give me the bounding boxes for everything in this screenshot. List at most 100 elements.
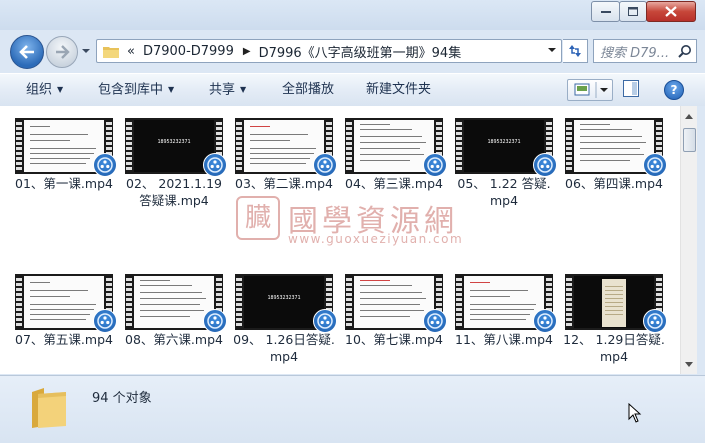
file-name[interactable]: 12、 1.29日答疑.mp4 xyxy=(562,331,666,365)
media-player-icon xyxy=(423,309,447,333)
file-name[interactable]: 10、第七课.mp4 xyxy=(342,331,446,348)
folder-icon xyxy=(32,388,66,428)
file-name[interactable]: 02、 2021.1.19答疑课.mp4 xyxy=(122,175,226,209)
media-player-icon xyxy=(313,309,337,333)
video-thumbnail[interactable] xyxy=(455,274,557,333)
breadcrumb-overflow[interactable]: « xyxy=(127,44,135,59)
file-item[interactable]: 04、第三课.mp4 xyxy=(342,118,447,192)
scroll-down-button[interactable] xyxy=(681,356,697,372)
file-item[interactable]: 18953232371 09、 1.26日答疑.mp4 xyxy=(232,274,337,365)
file-item[interactable]: 11、第八课.mp4 xyxy=(452,274,557,348)
command-bar: 组织 ▼ 包含到库中 ▼ 共享 ▼ 全部播放 新建文件夹 ? xyxy=(0,73,705,107)
new-folder-button[interactable]: 新建文件夹 xyxy=(366,74,431,106)
scrollbar-thumb[interactable] xyxy=(683,128,696,152)
video-thumbnail[interactable] xyxy=(565,274,667,333)
chevron-up-icon xyxy=(685,113,693,119)
share-label: 共享 xyxy=(209,82,236,98)
include-in-library-menu[interactable]: 包含到库中 ▼ xyxy=(98,74,174,106)
file-item[interactable]: 07、第五课.mp4 xyxy=(12,274,117,348)
refresh-button[interactable] xyxy=(563,39,588,63)
video-thumbnail[interactable] xyxy=(345,274,447,333)
file-name[interactable]: 06、第四课.mp4 xyxy=(562,175,666,192)
search-box[interactable]: 搜索 D79... xyxy=(593,39,697,63)
thumbnail-frame: 18953232371 xyxy=(244,276,324,328)
minimize-button[interactable] xyxy=(591,1,620,22)
vertical-scrollbar[interactable] xyxy=(680,106,697,374)
file-item[interactable]: 08、第六课.mp4 xyxy=(122,274,227,348)
window-border xyxy=(697,106,705,374)
breadcrumb-separator-icon[interactable]: ▶ xyxy=(243,46,251,57)
file-name[interactable]: 08、第六课.mp4 xyxy=(122,331,226,348)
video-thumbnail[interactable]: 18953232371 xyxy=(125,118,227,177)
breadcrumb-current[interactable]: D7996《八字高级班第一期》94集 xyxy=(259,42,462,61)
thumbnail-frame xyxy=(464,276,544,328)
watermark-url: www.guoxueziyuan.com xyxy=(288,232,464,246)
chevron-down-icon: ▼ xyxy=(240,85,247,94)
file-name[interactable]: 09、 1.26日答疑.mp4 xyxy=(232,331,336,365)
maximize-button[interactable] xyxy=(619,1,647,22)
media-player-icon xyxy=(533,309,557,333)
play-all-button[interactable]: 全部播放 xyxy=(282,74,334,106)
video-thumbnail[interactable] xyxy=(125,274,227,333)
thumbnail-frame xyxy=(244,120,324,172)
close-button[interactable] xyxy=(646,1,696,22)
video-thumbnail[interactable]: 18953232371 xyxy=(235,274,337,333)
search-placeholder[interactable]: 搜索 D79... xyxy=(600,42,676,61)
scroll-up-button[interactable] xyxy=(681,108,697,124)
media-player-icon xyxy=(643,309,667,333)
organize-menu[interactable]: 组织 ▼ xyxy=(26,74,63,106)
thumbnail-frame xyxy=(354,120,434,172)
help-button[interactable]: ? xyxy=(664,80,684,100)
back-button[interactable] xyxy=(10,35,44,69)
file-name[interactable]: 11、第八课.mp4 xyxy=(452,331,556,348)
thumbnail-frame xyxy=(354,276,434,328)
video-thumbnail[interactable] xyxy=(345,118,447,177)
play-all-label: 全部播放 xyxy=(282,82,335,97)
media-player-icon xyxy=(93,153,117,177)
minimize-icon xyxy=(600,10,611,13)
file-name[interactable]: 01、第一课.mp4 xyxy=(12,175,116,192)
media-player-icon xyxy=(93,309,117,333)
file-name[interactable]: 05、 1.22 答疑.mp4 xyxy=(452,175,556,209)
media-player-icon xyxy=(313,153,337,177)
forward-button[interactable] xyxy=(46,36,78,68)
file-item[interactable]: 12、 1.29日答疑.mp4 xyxy=(562,274,667,365)
thumbnail-frame xyxy=(24,276,104,328)
file-name[interactable]: 04、第三课.mp4 xyxy=(342,175,446,192)
file-item[interactable]: 18953232371 05、 1.22 答疑.mp4 xyxy=(452,118,557,209)
file-item[interactable]: 06、第四课.mp4 xyxy=(562,118,667,192)
file-item[interactable]: 03、第二课.mp4 xyxy=(232,118,337,192)
search-icon[interactable] xyxy=(678,44,692,58)
thumbnail-frame: 18953232371 xyxy=(134,120,214,172)
share-menu[interactable]: 共享 ▼ xyxy=(209,74,246,106)
video-thumbnail[interactable] xyxy=(15,274,117,333)
file-name[interactable]: 07、第五课.mp4 xyxy=(12,331,116,348)
file-name[interactable]: 03、第二课.mp4 xyxy=(232,175,336,192)
address-bar[interactable]: « D7900-D7999 ▶ D7996《八字高级班第一期》94集 xyxy=(96,39,562,63)
folder-icon xyxy=(103,46,119,58)
organize-label: 组织 xyxy=(26,82,53,98)
chevron-down-icon: ▼ xyxy=(57,85,64,94)
breadcrumb-parent[interactable]: D7900-D7999 xyxy=(143,44,234,59)
preview-pane-icon[interactable] xyxy=(623,80,639,97)
new-folder-label: 新建文件夹 xyxy=(366,82,432,97)
file-item[interactable]: 01、第一课.mp4 xyxy=(12,118,117,192)
file-item[interactable]: 18953232371 02、 2021.1.19答疑课.mp4 xyxy=(122,118,227,209)
change-view-button[interactable] xyxy=(567,79,613,101)
address-dropdown-icon[interactable] xyxy=(547,46,557,54)
video-thumbnail[interactable] xyxy=(15,118,117,177)
title-bar xyxy=(0,0,705,30)
view-thumbnails-icon xyxy=(574,82,608,98)
details-pane: 94 个对象 xyxy=(0,375,705,443)
recent-pages-dropdown-icon[interactable] xyxy=(80,45,92,57)
file-item[interactable]: 10、第七课.mp4 xyxy=(342,274,447,348)
explorer-window: « D7900-D7999 ▶ D7996《八字高级班第一期》94集 搜索 D7… xyxy=(0,0,705,443)
video-thumbnail[interactable]: 18953232371 xyxy=(455,118,557,177)
thumbnail-frame: 18953232371 xyxy=(464,120,544,172)
maximize-icon xyxy=(628,7,638,16)
video-thumbnail[interactable] xyxy=(235,118,337,177)
video-thumbnail[interactable] xyxy=(565,118,667,177)
arrow-left-icon xyxy=(19,45,34,59)
chevron-down-icon: ▼ xyxy=(168,85,175,94)
refresh-icon xyxy=(569,45,581,57)
